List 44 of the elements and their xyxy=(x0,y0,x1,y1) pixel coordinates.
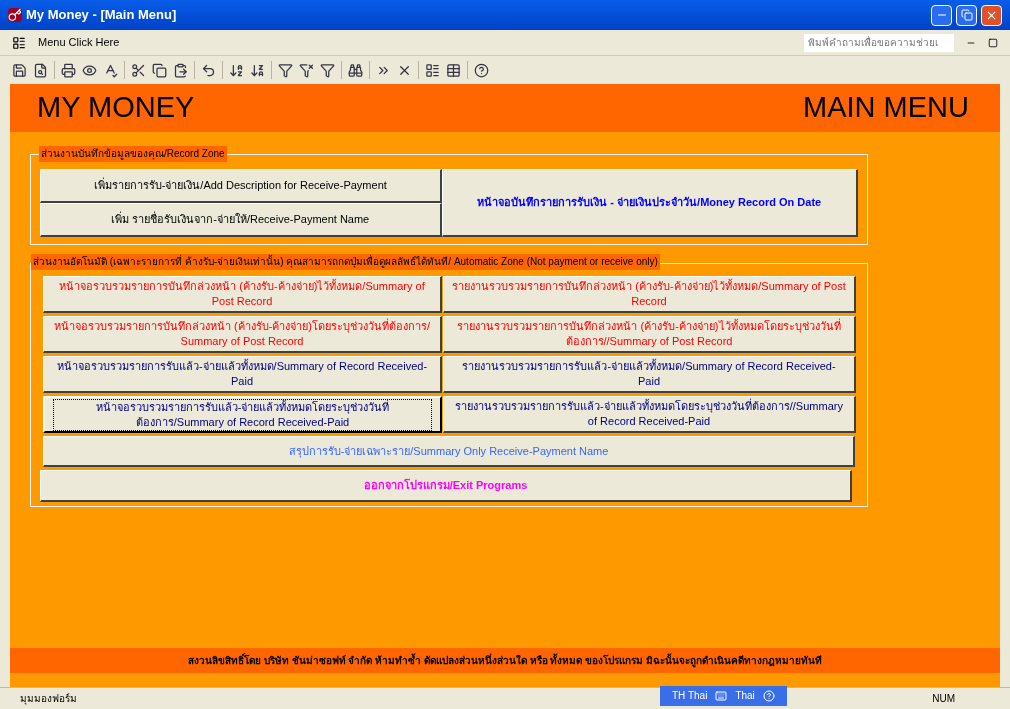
minimize-button[interactable] xyxy=(931,4,952,26)
language-label[interactable]: TH Thai xyxy=(672,688,708,703)
focus-outline: หน้าจอรวบรวมรายการรับแล้ว-จ่ายแล้วทั้งหมดโดยระบุช่วงวันที่ต้องการ/Summary of Record Received-Paid xyxy=(53,398,432,431)
num-lock-indicator: NUM xyxy=(932,692,955,706)
undo-icon[interactable] xyxy=(201,62,216,78)
window-title: My Money - [Main Menu] xyxy=(26,6,178,25)
sort-descending-icon[interactable] xyxy=(250,62,265,78)
zone-legend: ส่วนงานบันทึกข้อมูลของคุณ/Record Zone xyxy=(39,146,227,162)
menu-button[interactable]: รายงานรวบรวมรายการรับแล้ว-จ่ายแล้วทั้งหมด/Summary of Record Received-Paid xyxy=(443,356,856,393)
menu-button[interactable]: เพิ่ม รายชื่อรับเงินจาก-จ่ายให้/Receive-Payment Name xyxy=(40,203,442,237)
filter-icon[interactable] xyxy=(320,62,335,78)
menu-button[interactable]: หน้าจอรวบรวมรายการรับแล้ว-จ่ายแล้วทั้งหมดโดยระบุช่วงวันที่ต้องการ/Summary of Record Received-Paid xyxy=(43,396,442,433)
menu-item[interactable]: Menu Click Here xyxy=(38,34,120,51)
filter-clear-icon[interactable] xyxy=(299,62,314,78)
close-button[interactable] xyxy=(981,4,1002,26)
menu-button[interactable]: หน้าจอบันทึกรายการรับเงิน - จ่ายเงินประจำวัน/Money Record On Date xyxy=(441,169,858,237)
zone-legend: ส่วนงานอัตโนมัติ (เฉพาะรายการที่ ค้างรับ-จ่ายเงินเท่านั้น) คุณสามารถกดปุ่มเพื่อดูผลลัพธ์ได้ทันที/ Automatic Zone (Not payment or receive only) xyxy=(31,254,660,270)
filter-icon[interactable] xyxy=(278,62,293,78)
menu-button[interactable]: รายงานรวบรวมรายการรับแล้ว-จ่ายแล้วทั้งหมดโดยระบุช่วงวันที่ต้องการ//Summary of Record Received-Paid xyxy=(443,396,856,433)
menu-icon[interactable] xyxy=(12,35,26,50)
keyboard-label[interactable]: Thai xyxy=(735,688,755,703)
sort-ascending-icon[interactable] xyxy=(229,62,244,78)
copy-icon[interactable] xyxy=(152,62,167,78)
paste-icon[interactable] xyxy=(173,62,188,78)
find-icon[interactable] xyxy=(348,62,363,78)
save-icon[interactable] xyxy=(12,62,27,78)
menu-button[interactable]: หน้าจอรวบรวมรายการรับแล้ว-จ่ายแล้วทั้งหมด/Summary of Record Received-Paid xyxy=(43,356,442,393)
copyright-text: สงวนลิขสิทธิ์โดย บริษัท ชันม่าซอฟท์ จำกัด ห้ามทำซ้ำ ดัดแปลงส่วนหนึ่งส่วนใด หรือ ทั้งหมด ของโปรแกรม มิฉะนั้นจะถูกดำเนินคดีทางกฎหมายทันที xyxy=(188,653,822,668)
menu-button[interactable]: สรุปการรับ-จ่ายเฉพาะราย/Summary Only Receive-Payment Name xyxy=(43,436,855,467)
restore-icon xyxy=(960,9,973,21)
view-status: มุมมองฟอร์ม xyxy=(20,692,78,706)
app-name: MY MONEY xyxy=(37,90,195,126)
file-search-icon[interactable] xyxy=(33,62,48,78)
spell-check-icon[interactable] xyxy=(103,62,118,78)
page-name: MAIN MENU xyxy=(803,90,969,126)
cut-icon[interactable] xyxy=(131,62,146,78)
help-icon[interactable] xyxy=(474,62,489,78)
restore-button[interactable] xyxy=(956,4,977,26)
keyboard-icon[interactable] xyxy=(715,689,728,702)
app-icon xyxy=(8,8,22,22)
help-search-field[interactable]: พิมพ์คำถามเพื่อขอความช่วยเ xyxy=(804,33,954,52)
restore-icon[interactable] xyxy=(988,37,998,48)
print-icon[interactable] xyxy=(61,62,76,78)
menu-button[interactable]: เพิ่มรายการรับ-จ่ายเงิน/Add Description for Receive-Payment xyxy=(40,169,442,203)
